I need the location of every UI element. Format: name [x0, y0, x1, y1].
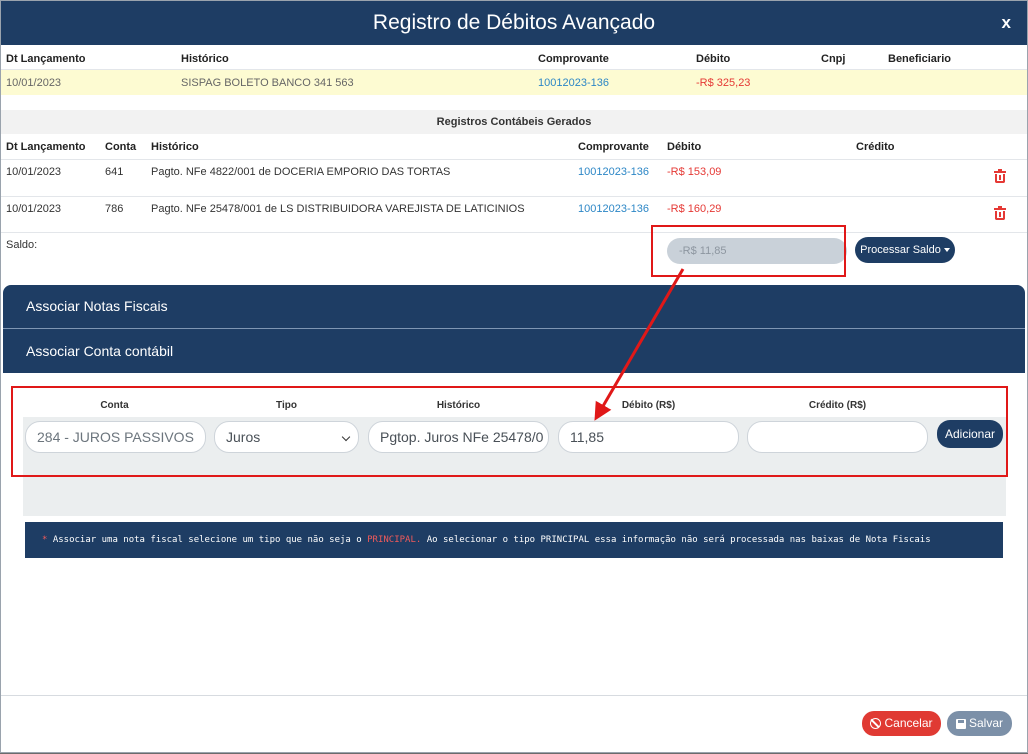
trash-icon[interactable]	[994, 206, 1006, 220]
row-debito: -R$ 160,29	[667, 203, 722, 215]
info-text-1: Associar uma nota fiscal selecione um ti…	[47, 535, 368, 545]
col-comprovante: Comprovante	[578, 141, 649, 153]
col-credito: Crédito	[856, 141, 895, 153]
top-table-row[interactable]: 10/01/2023 SISPAG BOLETO BANCO 341 563 1…	[1, 70, 1027, 95]
generated-section-title: Registros Contábeis Gerados	[1, 110, 1027, 134]
col-dt-lancamento: Dt Lançamento	[6, 141, 86, 153]
col-historico: Histórico	[151, 141, 199, 153]
processar-saldo-button[interactable]: Processar Saldo	[855, 237, 955, 263]
info-text-2: Ao selecionar o tipo PRINCIPAL essa info…	[421, 535, 931, 545]
top-table-header: Dt Lançamento Histórico Comprovante Débi…	[1, 45, 1027, 70]
modal-header: Registro de Débitos Avançado x	[1, 1, 1027, 45]
row-historico: SISPAG BOLETO BANCO 341 563	[181, 77, 354, 89]
footer-divider	[1, 695, 1027, 696]
accordion-associar-notas[interactable]: Associar Notas Fiscais	[3, 285, 1025, 329]
caret-down-icon	[943, 248, 950, 253]
accordion-associar-conta[interactable]: Associar Conta contábil	[3, 329, 1025, 373]
row-historico: Pagto. NFe 25478/001 de LS DISTRIBUIDORA…	[151, 203, 525, 215]
associar-conta-link[interactable]: Associar Conta contábil	[26, 343, 173, 359]
info-bar: * Associar uma nota fiscal selecione um …	[25, 522, 1003, 558]
row-dt: 10/01/2023	[6, 203, 62, 215]
row-conta: 641	[105, 166, 124, 178]
info-principal: PRINCIPAL.	[367, 535, 422, 545]
cancel-label: Cancelar	[884, 716, 933, 730]
modal-title: Registro de Débitos Avançado	[372, 11, 656, 34]
annotation-highlight-box	[11, 386, 1008, 477]
save-label: Salvar	[968, 716, 1003, 730]
row-conta: 786	[105, 203, 124, 215]
col-beneficiario: Beneficiario	[888, 53, 951, 65]
row-comprovante-link[interactable]: 10012023-136	[578, 166, 649, 178]
trash-icon[interactable]	[994, 169, 1006, 183]
row-dt: 10/01/2023	[6, 77, 62, 89]
table-row: 10/01/2023 786 Pagto. NFe 25478/001 de L…	[1, 197, 1027, 233]
annotation-highlight-box	[651, 225, 846, 277]
col-comprovante: Comprovante	[538, 53, 609, 65]
row-historico: Pagto. NFe 4822/001 de DOCERIA EMPORIO D…	[151, 166, 451, 178]
processar-saldo-label: Processar Saldo	[860, 244, 941, 256]
save-icon	[955, 718, 966, 729]
generated-table-header: Dt Lançamento Conta Histórico Comprovant…	[1, 134, 1027, 160]
col-debito: Débito	[696, 53, 731, 65]
row-dt: 10/01/2023	[6, 166, 62, 178]
col-cnpj: Cnpj	[821, 53, 846, 65]
saldo-label: Saldo:	[6, 239, 38, 251]
debit-register-modal: Registro de Débitos Avançado x Dt Lançam…	[0, 0, 1028, 753]
row-debito: -R$ 153,09	[667, 166, 722, 178]
cancel-button[interactable]: Cancelar	[862, 711, 941, 736]
row-comprovante-link[interactable]: 10012023-136	[538, 77, 609, 89]
associar-notas-link[interactable]: Associar Notas Fiscais	[26, 298, 168, 314]
row-comprovante-link[interactable]: 10012023-136	[578, 203, 649, 215]
col-conta: Conta	[105, 141, 137, 153]
close-icon[interactable]: x	[1002, 13, 1011, 33]
col-historico: Histórico	[181, 53, 229, 65]
row-debito: -R$ 325,23	[696, 77, 751, 89]
save-button[interactable]: Salvar	[947, 711, 1012, 736]
col-dt-lancamento: Dt Lançamento	[6, 53, 86, 65]
table-row: 10/01/2023 641 Pagto. NFe 4822/001 de DO…	[1, 160, 1027, 197]
ban-icon	[870, 718, 882, 730]
col-debito: Débito	[667, 141, 702, 153]
